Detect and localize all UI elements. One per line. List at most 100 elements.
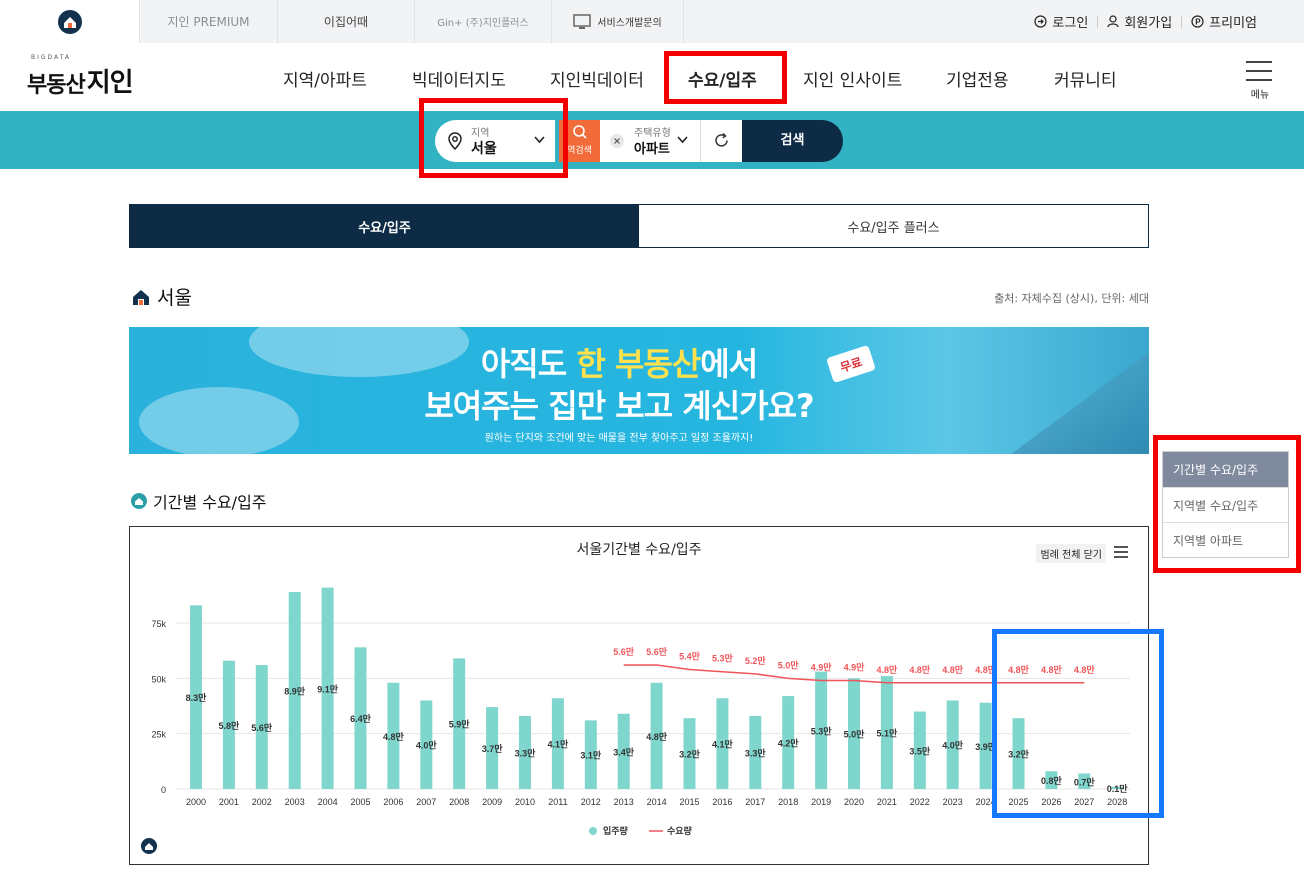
supply-bar-label: 4.2만	[778, 738, 800, 749]
ginplus-site-label: Gin+ (주)지인플러스	[437, 18, 529, 29]
supply-bar-label: 3.1만	[580, 750, 602, 761]
housing-type-value: 아파트	[634, 142, 670, 157]
x-tick-label: 2019	[811, 797, 831, 807]
nav-item-jiin-bigdata[interactable]: 지인빅데이터	[550, 66, 644, 91]
tab-demand-supply[interactable]: 수요/입주	[130, 205, 639, 247]
section-heading: 서울	[131, 283, 192, 310]
banner-line-1: 아직도 한 부동산에서	[129, 339, 1149, 385]
supply-bar-label: 5.0만	[844, 729, 866, 740]
service-inquiry-label: 서비스개발문의	[597, 18, 662, 29]
house-icon	[133, 289, 149, 305]
supply-bar-label: 3.2만	[679, 749, 701, 760]
x-tick-label: 2021	[877, 797, 897, 807]
banner-line1-b: 에서	[700, 345, 758, 383]
ijib-site-tab[interactable]: 이집어때	[278, 0, 415, 43]
tab-demand-supply-plus[interactable]: 수요/입주 플러스	[639, 205, 1148, 247]
nav-item-bigdata-map[interactable]: 빅데이터지도	[412, 66, 506, 91]
search-button-label: 검색	[780, 132, 805, 148]
premium-p-icon: P	[1191, 15, 1204, 28]
demand-point-label: 4.9만	[844, 662, 866, 673]
premium-link[interactable]: P 프리미엄	[1182, 12, 1266, 31]
highlight-box-region	[419, 98, 568, 178]
x-tick-label: 2002	[252, 797, 272, 807]
nav-label: 지인빅데이터	[550, 71, 644, 91]
supply-bar-label: 5.8만	[219, 720, 241, 731]
banner-line1-a: 아직도	[480, 345, 577, 383]
menu-label: 메뉴	[1250, 90, 1270, 101]
login-link[interactable]: 로그인	[1025, 12, 1097, 31]
banner-line1-highlight-2: 부동산	[614, 345, 701, 383]
logo-bigdata-text: BIGDATA	[31, 54, 71, 61]
demand-point-label: 4.8만	[909, 664, 931, 675]
x-tick-label: 2000	[186, 797, 206, 807]
nav-item-insight[interactable]: 지인 인사이트	[803, 66, 902, 91]
supply-bar-label: 4.8만	[646, 731, 668, 742]
supply-bar-label: 3.3만	[515, 747, 537, 758]
nav-item-region-apartment[interactable]: 지역/아파트	[283, 66, 367, 91]
nav-item-community[interactable]: 커뮤니티	[1054, 66, 1117, 91]
demand-point-label: 4.8만	[877, 664, 899, 675]
hamburger-menu-button[interactable]: 메뉴	[1246, 61, 1274, 101]
service-inquiry-tab[interactable]: 서비스개발문의	[552, 0, 684, 43]
x-tick-label: 2010	[515, 797, 535, 807]
nav-label: 지역/아파트	[283, 71, 367, 91]
nav-label: 지인 인사이트	[803, 71, 903, 91]
supply-bar-label: 5.1만	[877, 728, 899, 739]
demand-point-label: 5.6만	[646, 646, 668, 657]
x-tick-label: 2004	[318, 797, 338, 807]
data-source-note: 출처: 자체수집 (상시), 단위: 세대	[994, 292, 1149, 305]
supply-bar-label: 4.0만	[942, 740, 964, 751]
account-links: 로그인 회원가입 P 프리미엄	[1025, 0, 1266, 43]
nav-item-enterprise[interactable]: 기업전용	[946, 66, 1009, 91]
legend-demand-label: 수요량	[667, 825, 693, 836]
highlight-box-side-menu	[1153, 435, 1301, 573]
x-tick-label: 2015	[679, 797, 699, 807]
signup-link[interactable]: 회원가입	[1098, 12, 1181, 31]
nav-label: 커뮤니티	[1054, 71, 1117, 91]
search-icon	[572, 125, 587, 139]
x-tick-label: 2012	[581, 797, 601, 807]
highlight-box-nav	[664, 51, 787, 104]
x-tick-label: 2008	[449, 797, 469, 807]
demand-point-label: 4.8만	[942, 664, 964, 675]
search-button[interactable]: 검색	[742, 120, 843, 162]
highlight-box-forecast	[992, 629, 1164, 818]
menu-bar	[1246, 79, 1272, 81]
x-tick-label: 2017	[745, 797, 765, 807]
banner-line-2: 보여주는 집만 보고 계신가요?	[424, 387, 814, 425]
demand-point-label: 5.2만	[745, 655, 767, 666]
y-tick-label: 25k	[151, 730, 166, 740]
nav-label: 빅데이터지도	[412, 71, 506, 91]
home-tab[interactable]	[0, 0, 140, 43]
x-tick-label: 2013	[614, 797, 634, 807]
premium-site-tab[interactable]: 지인 PREMIUM	[140, 0, 278, 43]
site-logo[interactable]: BIGDATA 부동산 지인	[27, 54, 134, 99]
x-tick-label: 2009	[482, 797, 502, 807]
refresh-button[interactable]	[700, 120, 742, 162]
svg-text:P: P	[1195, 18, 1201, 27]
legend-supply-marker	[589, 827, 597, 835]
chevron-down-icon	[677, 136, 688, 144]
banner-line1-highlight-1: 한	[576, 345, 605, 383]
promo-banner[interactable]: 아직도 한 부동산에서 보여주는 집만 보고 계신가요? 원하는 단지와 조건에…	[129, 327, 1149, 454]
supply-bar-label: 3.7만	[482, 743, 504, 754]
ginplus-site-tab[interactable]: Gin+ (주)지인플러스	[415, 0, 552, 43]
menu-bar	[1246, 70, 1272, 72]
housing-type-label: 주택유형	[634, 128, 671, 139]
supply-bar-label: 8.3만	[186, 692, 208, 703]
x-tick-label: 2018	[778, 797, 798, 807]
demand-point-label: 5.0만	[778, 659, 800, 670]
logo-korean-text: 부동산	[27, 73, 86, 98]
supply-bar-label: 3.5만	[909, 745, 931, 756]
user-icon	[1107, 15, 1119, 28]
supply-bar-label: 4.8만	[383, 731, 405, 742]
supply-bar-label: 4.0만	[416, 740, 438, 751]
login-icon	[1034, 15, 1048, 28]
subsection-heading: 기간별 수요/입주	[131, 489, 267, 513]
clear-x-icon[interactable]	[610, 134, 624, 148]
home-logo-icon	[57, 9, 82, 34]
signup-label: 회원가입	[1124, 16, 1173, 31]
section-title: 서울	[157, 287, 192, 309]
housing-type-selector[interactable]: 주택유형 아파트	[600, 120, 700, 162]
tab-label: 수요/입주	[358, 220, 411, 236]
